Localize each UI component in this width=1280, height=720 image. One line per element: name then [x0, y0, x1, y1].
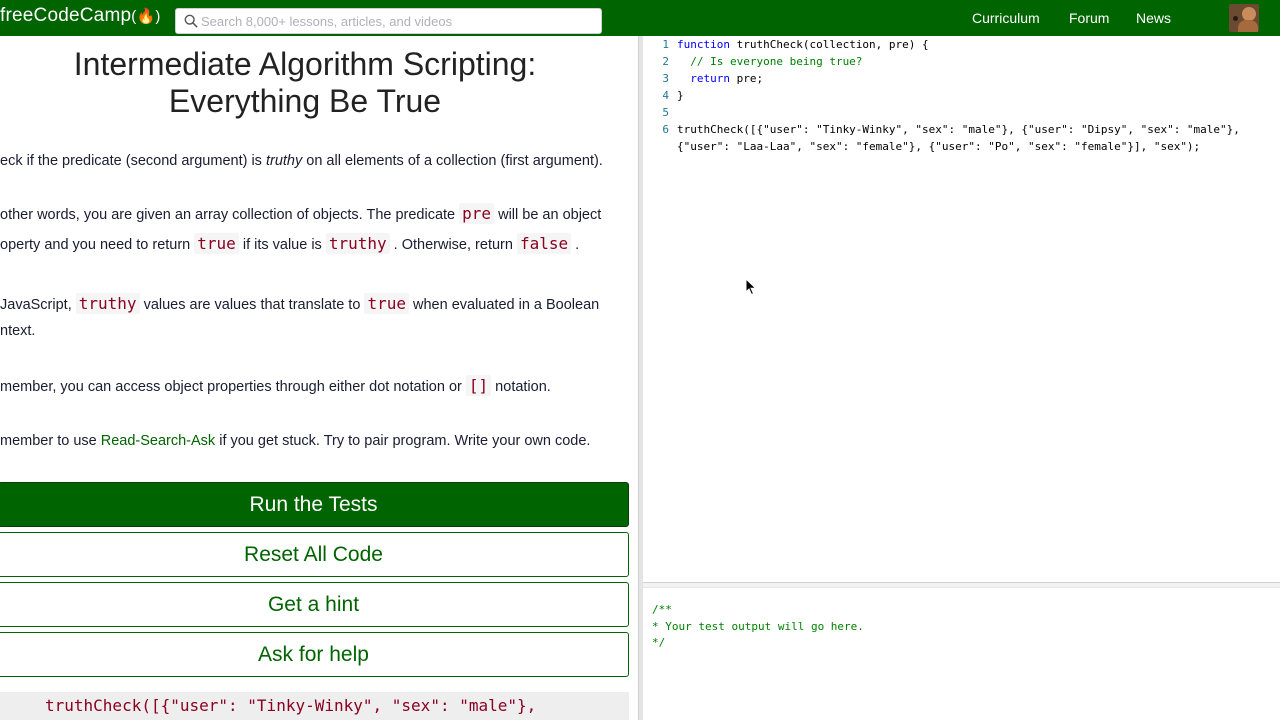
test-output-panel: /** * Your test output will go here. */ [643, 588, 1280, 720]
read-search-ask-link[interactable]: Read-Search-Ask [101, 433, 215, 449]
description-paragraph-4: member, you can access object properties… [0, 375, 551, 396]
avatar-body [1238, 20, 1258, 32]
challenge-title: Intermediate Algorithm Scripting: Everyt… [0, 46, 610, 120]
paragraph-text: member, you can access object properties… [0, 379, 466, 395]
code-false: false [516, 233, 572, 254]
test-call-code: truthCheck([{"user": "Tinky-Winky", "sex… [0, 692, 629, 720]
line-number: 3 [662, 72, 669, 85]
editor-line-6-wrap: {"user": "Laa-Laa", "sex": "female"}, {"… [643, 138, 1200, 155]
description-paragraph-2-line-2: operty and you need to return true if it… [0, 233, 580, 254]
ask-for-help-button[interactable]: Ask for help [0, 632, 629, 677]
challenge-description-panel: Intermediate Algorithm Scripting: Everyt… [0, 36, 638, 720]
code-brackets: [] [465, 375, 492, 396]
paragraph-text: . Otherwise, return [389, 237, 517, 253]
code-truthy: truthy [75, 293, 140, 314]
paragraph-text: on all elements of a collection (first a… [302, 153, 603, 169]
nav-link-news[interactable]: News [1136, 10, 1171, 26]
editor-line-5: 5 [643, 104, 677, 121]
paragraph-text: if its value is [238, 237, 326, 253]
get-hint-button[interactable]: Get a hint [0, 582, 629, 627]
description-paragraph-5: member to use Read-Search-Ask if you get… [0, 433, 590, 449]
avatar-face [1242, 7, 1256, 21]
paragraph-text: other words, you are given an array coll… [0, 207, 460, 223]
paragraph-text: operty and you need to return [0, 237, 195, 253]
paragraph-text: JavaScript, [0, 297, 76, 313]
line-number: 1 [662, 38, 669, 51]
paragraph-text: ntext. [0, 323, 36, 339]
reset-code-button[interactable]: Reset All Code [0, 532, 629, 577]
code-text: } [677, 89, 684, 102]
nav-link-curriculum[interactable]: Curriculum [972, 10, 1040, 26]
code-comment: // Is everyone being true? [677, 55, 863, 68]
paragraph-text: when evaluated in a Boolean [408, 297, 600, 313]
editor-line-3: 3 return pre; [643, 70, 763, 87]
mouse-cursor-icon [745, 278, 757, 296]
nav-link-forum[interactable]: Forum [1069, 10, 1109, 26]
editor-line-6: 6 truthCheck([{"user": "Tinky-Winky", "se… [643, 121, 1240, 138]
editor-line-4: 4} [643, 87, 684, 104]
line-number: 2 [662, 55, 669, 68]
paragraph-text: eck if the predicate (second argument) i… [0, 153, 266, 169]
editor-line-1: 1 function truthCheck(collection, pre) { [643, 36, 929, 53]
paragraph-text: member to use [0, 433, 101, 449]
code-true: true [194, 233, 239, 254]
user-avatar[interactable] [1229, 4, 1259, 32]
code-editor[interactable]: 1 function truthCheck(collection, pre) { … [643, 36, 1280, 582]
keyword: function [677, 38, 730, 51]
avatar-eye [1233, 16, 1238, 21]
description-paragraph-2-line-1: other words, you are given an array coll… [0, 203, 602, 224]
code-text: truthCheck([{"user": "Tinky-Winky", "sex… [677, 123, 1240, 136]
paragraph-text: . [571, 237, 580, 253]
code-true: true [364, 293, 409, 314]
paragraph-text: values are values that translate to [139, 297, 365, 313]
paragraph-text: notation. [491, 379, 551, 395]
top-nav: freeCodeCamp(🔥) Curriculum Forum News [0, 0, 1280, 36]
keyword: return [677, 72, 730, 85]
editor-line-2: 2 // Is everyone being true? [643, 53, 862, 70]
description-paragraph-1: eck if the predicate (second argument) i… [0, 153, 603, 169]
line-number: 6 [662, 123, 669, 136]
line-number: 4 [662, 89, 669, 102]
emphasis-truthy: truthy [265, 153, 303, 169]
challenge-title-line-2: Everything Be True [168, 83, 442, 119]
code-pre: pre [459, 203, 495, 224]
nav-links: Curriculum Forum News [0, 0, 1280, 36]
description-paragraph-3-line-2: ntext. [0, 323, 35, 339]
code-text: {"user": "Laa-Laa", "sex": "female"}, {"… [677, 140, 1201, 153]
paragraph-text: will be an object [494, 207, 602, 223]
challenge-title-line-1: Intermediate Algorithm Scripting: [73, 46, 537, 82]
paragraph-text: if you get stuck. Try to pair program. W… [215, 433, 591, 449]
code-truthy: truthy [325, 233, 390, 254]
code-text: truthCheck(collection, pre) { [729, 38, 929, 51]
line-number: 5 [662, 106, 669, 119]
run-tests-button[interactable]: Run the Tests [0, 482, 629, 527]
code-text: pre; [729, 72, 764, 85]
description-paragraph-3-line-1: JavaScript, truthy values are values tha… [0, 293, 600, 314]
